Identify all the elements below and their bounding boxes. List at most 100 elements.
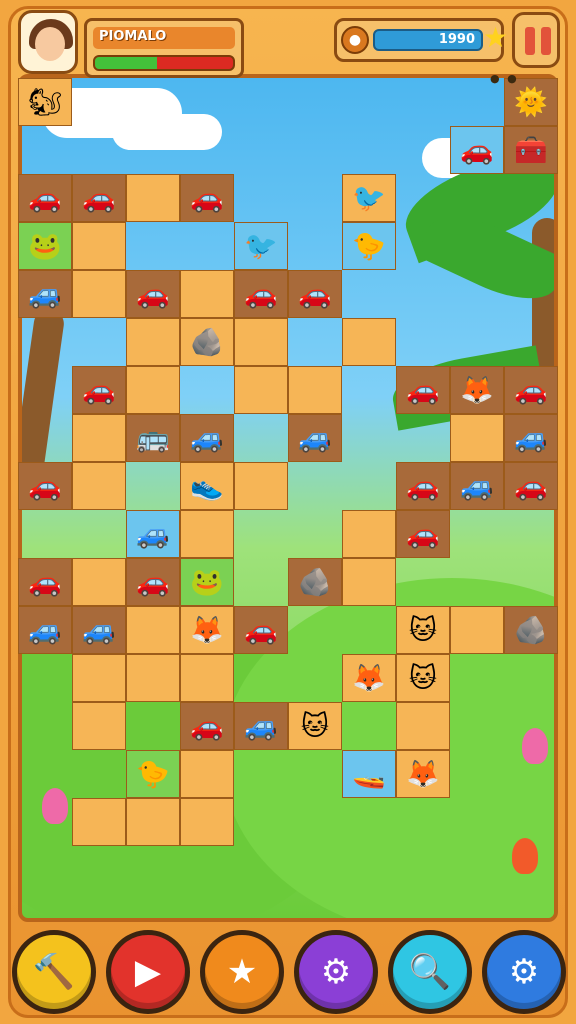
tile-frog[interactable]: 🐸 [18,222,72,270]
gear-button[interactable]: ⚙ [294,930,378,1014]
tile-car[interactable]: 🚗 [126,270,180,318]
tile-car-blue[interactable]: 🚙 [234,702,288,750]
tile-car[interactable]: 🚗 [18,174,72,222]
tile-empty[interactable] [72,222,126,270]
tile-empty[interactable] [72,798,126,846]
tile-car-blue[interactable]: 🚙 [18,270,72,318]
car-blue-icon: 🚙 [190,422,224,454]
tile-car-blue[interactable]: 🚙 [450,462,504,510]
tile-cat[interactable]: 🐱 [396,606,450,654]
score-value: 1990 [373,29,483,51]
tile-squirrel[interactable]: 🐿 [18,78,72,126]
tile-car-blue[interactable]: 🚙 [126,510,180,558]
tile-frog[interactable]: 🐸 [180,558,234,606]
tile-car[interactable]: 🚗 [180,702,234,750]
tile-empty[interactable] [450,606,504,654]
tile-car[interactable]: 🚗 [234,270,288,318]
tile-empty[interactable] [342,558,396,606]
tile-chick[interactable]: 🐤 [342,222,396,270]
tile-empty[interactable] [180,798,234,846]
tile-chick[interactable]: 🐤 [126,750,180,798]
tile-cat[interactable]: 🐱 [288,702,342,750]
tile-car[interactable]: 🚗 [180,174,234,222]
tile-empty[interactable] [72,654,126,702]
tile-car[interactable]: 🚗 [126,558,180,606]
tile-fox[interactable]: 🦊 [396,750,450,798]
tile-empty[interactable] [126,366,180,414]
tile-empty[interactable] [126,798,180,846]
tile-empty[interactable] [342,510,396,558]
tile-empty[interactable] [234,366,288,414]
tile-car[interactable]: 🚗 [450,126,504,174]
tile-empty[interactable] [180,654,234,702]
tile-bird[interactable]: 🐦 [342,174,396,222]
tile-car[interactable]: 🚗 [396,510,450,558]
tile-empty[interactable] [72,414,126,462]
tile-boat[interactable]: 🚤 [342,750,396,798]
tile-empty[interactable] [72,558,126,606]
tile-fox[interactable]: 🦊 [342,654,396,702]
cat-icon: 🐱 [408,614,438,646]
settings-button[interactable]: ⚙ [482,930,566,1014]
tile-shoe[interactable]: 👟 [180,462,234,510]
tile-car-blue[interactable]: 🚙 [72,606,126,654]
tile-car[interactable]: 🚗 [72,366,126,414]
car-blue-icon: 🚙 [244,710,278,742]
rocket-button[interactable]: ▶ [106,930,190,1014]
tile-bus[interactable]: 🚌 [126,414,180,462]
tile-car[interactable]: 🚗 [396,366,450,414]
tile-empty[interactable] [72,270,126,318]
tile-cat[interactable]: 🐱 [396,654,450,702]
tile-empty[interactable] [180,750,234,798]
tile-car[interactable]: 🚗 [288,270,342,318]
car-icon: 🚗 [514,470,548,502]
magnifier-button[interactable]: 🔍 [388,930,472,1014]
tile-car[interactable]: 🚗 [504,462,558,510]
tile-rock[interactable]: 🪨 [504,606,558,654]
pause-button[interactable] [512,12,560,68]
tile-car[interactable]: 🚗 [72,174,126,222]
tile-car[interactable]: 🚗 [504,366,558,414]
car-icon: 🚗 [514,374,548,406]
tile-empty[interactable] [288,366,342,414]
tile-empty[interactable] [126,174,180,222]
tile-empty[interactable] [126,654,180,702]
tile-empty[interactable] [342,318,396,366]
tile-car-blue[interactable]: 🚙 [180,414,234,462]
tile-empty[interactable] [234,318,288,366]
tile-sun[interactable]: 🌞 [504,78,558,126]
tile-bird[interactable]: 🐦 [234,222,288,270]
tile-empty[interactable] [180,510,234,558]
tile-car[interactable]: 🚗 [18,462,72,510]
pause-bar [541,27,551,55]
tile-car-blue[interactable]: 🚙 [504,414,558,462]
star-icon: ★ [226,952,258,992]
tile-empty[interactable] [126,318,180,366]
player-panel: PIOMALO [84,18,244,78]
tile-empty[interactable] [396,702,450,750]
hammer-button[interactable]: 🔨 [12,930,96,1014]
tile-car[interactable]: 🚗 [18,558,72,606]
tile-fox[interactable]: 🦊 [450,366,504,414]
tile-car-blue[interactable]: 🚙 [288,414,342,462]
tile-tool[interactable]: 🧰 [504,126,558,174]
tile-fox[interactable]: 🦊 [180,606,234,654]
tile-empty[interactable] [72,702,126,750]
tile-car[interactable]: 🚗 [234,606,288,654]
fox-icon: 🦊 [460,374,494,406]
pause-bar [525,27,535,55]
tile-empty[interactable] [234,462,288,510]
tile-rock[interactable]: 🪨 [180,318,234,366]
tile-rock[interactable]: 🪨 [288,558,342,606]
tile-empty[interactable] [450,414,504,462]
player-avatar[interactable] [18,10,78,74]
health-fill [95,57,158,69]
car-blue-icon: 🚙 [460,470,494,502]
fox-icon: 🦊 [406,758,440,790]
tile-empty[interactable] [180,270,234,318]
tile-empty[interactable] [126,606,180,654]
tile-car-blue[interactable]: 🚙 [18,606,72,654]
tile-empty[interactable] [72,462,126,510]
star-button[interactable]: ★ [200,930,284,1014]
tile-car[interactable]: 🚗 [396,462,450,510]
